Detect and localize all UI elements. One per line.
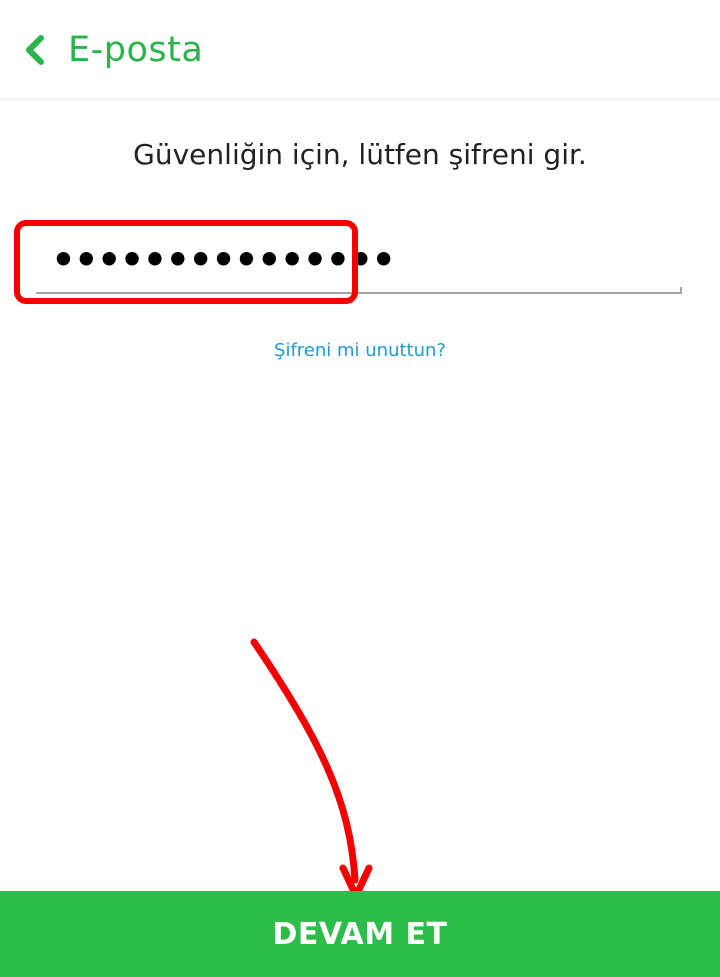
annotation-highlight-box	[14, 220, 358, 304]
header-bar: E-posta	[0, 0, 720, 100]
continue-button-label: DEVAM ET	[272, 916, 448, 952]
chevron-left-icon[interactable]	[22, 30, 48, 70]
continue-button[interactable]: DEVAM ET	[0, 891, 720, 977]
field-underline-end	[680, 287, 682, 294]
forgot-password-link[interactable]: Şifreni mi unuttun?	[0, 340, 720, 361]
back-button[interactable]: E-posta	[22, 22, 203, 78]
arrow-shaft	[250, 638, 359, 884]
page-title[interactable]: E-posta	[68, 30, 203, 70]
password-prompt: Güvenliğin için, lütfen şifreni gir.	[133, 138, 587, 171]
